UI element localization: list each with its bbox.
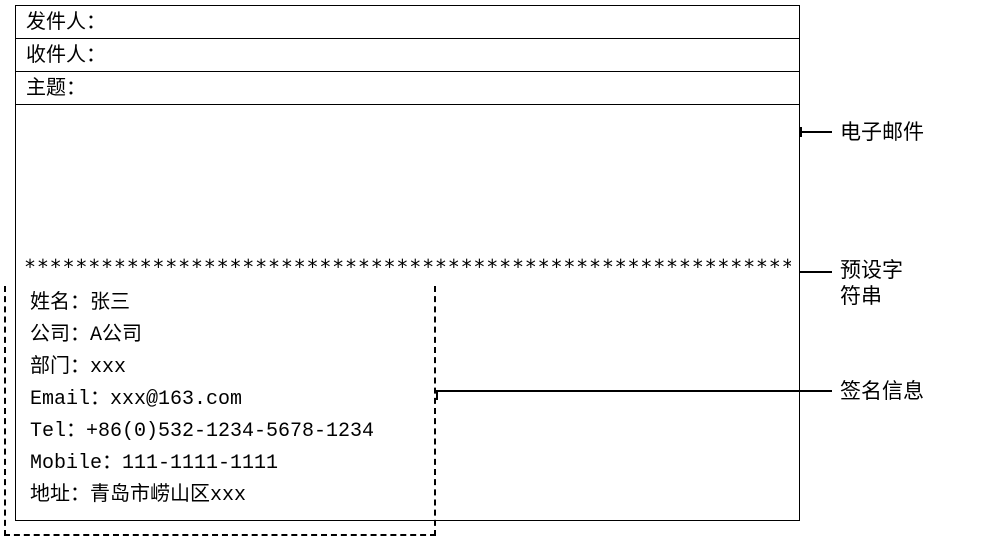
subject-label: 主题： — [26, 77, 86, 99]
sig-email-row: Email：xxx@163.com — [30, 384, 374, 416]
annot-preset-label-line1: 预设字 — [840, 257, 903, 283]
email-body[interactable]: ****************************************… — [16, 105, 799, 520]
sig-company-row: 公司：A公司 — [30, 320, 374, 352]
subject-row[interactable]: 主题： — [16, 72, 799, 105]
to-label: 收件人： — [26, 44, 106, 66]
annot-email-connector — [800, 131, 832, 133]
sig-dept-row: 部门：xxx — [30, 352, 374, 384]
signature-block: 姓名：张三 公司：A公司 部门：xxx Email：xxx@163.com Te… — [30, 288, 374, 512]
sig-tel-row: Tel：+86(0)532-1234-5678-1234 — [30, 416, 374, 448]
from-label: 发件人： — [26, 11, 106, 33]
from-row[interactable]: 发件人： — [16, 6, 799, 39]
annot-signature-label: 签名信息 — [840, 378, 924, 404]
to-row[interactable]: 收件人： — [16, 39, 799, 72]
sig-name-row: 姓名：张三 — [30, 288, 374, 320]
email-window: 发件人： 收件人： 主题： **************************… — [15, 5, 800, 521]
preset-string: ****************************************… — [24, 255, 791, 279]
annot-signature-connector — [436, 390, 832, 392]
annot-email-label: 电子邮件 — [840, 119, 924, 145]
annot-signature-tick — [436, 390, 438, 400]
sig-address-row: 地址：青岛市崂山区xxx — [30, 480, 374, 512]
sig-mobile-row: Mobile：111-1111-1111 — [30, 448, 374, 480]
annot-preset-label-line2: 符串 — [840, 283, 882, 309]
annot-preset-connector — [800, 271, 832, 273]
